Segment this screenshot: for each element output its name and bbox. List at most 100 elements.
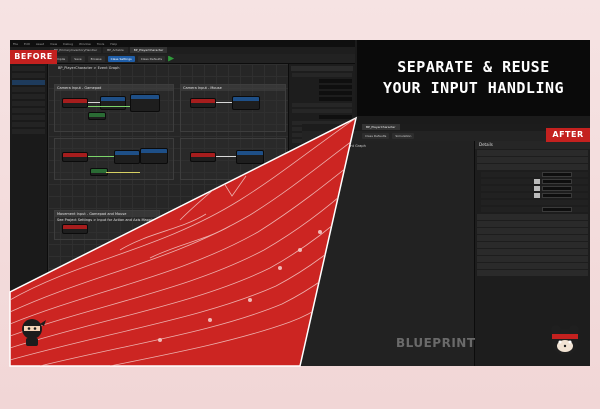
details-row [292,103,352,107]
details-field[interactable] [319,85,352,89]
before-label: BEFORE [10,50,57,64]
red-panda-mascot-icon [551,325,579,355]
input-mapping-row[interactable] [481,179,588,184]
input-mapping-row[interactable] [481,193,588,198]
menu-debug[interactable]: Debug [63,42,73,46]
details-category[interactable] [477,270,588,276]
details-category[interactable] [477,228,588,234]
add-controller-yaw-node[interactable] [100,96,126,110]
after-editor: BP_PlayerCharacter Class Defaults Simula… [302,124,590,366]
comment-title: Camera Input - Mouse [181,85,285,91]
swatch-icon [534,193,540,198]
menu-help[interactable]: Help [110,42,117,46]
panel-row[interactable] [12,73,45,78]
add-controller-node-3[interactable] [236,150,264,164]
input-axis-mouse-node-2[interactable] [190,152,216,162]
graph-breadcrumb: Event Graph [344,144,366,148]
details-category[interactable] [477,221,588,227]
comment-title: Camera Input - Gamepad [55,85,173,91]
tab-primary-inventory[interactable]: BP_PrimaryInventoryHandler [50,47,102,53]
breadcrumb: BP_PlayerCharacter > Event Graph [58,66,120,70]
class-defaults-button[interactable]: Class Defaults [137,55,166,62]
menu-bar: File Edit Asset View Debug Window Tools … [10,40,355,47]
float-wire [88,106,130,107]
add-controller-node-2[interactable] [114,150,140,164]
details-field[interactable] [319,91,352,95]
input-axis-mouse-node[interactable] [190,98,216,108]
swatch-icon [534,179,540,184]
class-settings-button[interactable]: Class Settings [107,55,135,62]
mapping-field[interactable] [542,172,572,177]
menu-window[interactable]: Window [79,42,91,46]
panel-row-selected[interactable] [12,80,45,85]
details-category[interactable] [477,235,588,241]
panel-row[interactable] [12,129,45,134]
mapping-field[interactable] [542,207,572,212]
mapping-field[interactable] [542,179,572,184]
tab-actable[interactable]: BP_Actable [103,47,128,53]
menu-tools[interactable]: Tools [97,42,104,46]
details-category[interactable] [477,263,588,269]
class-defaults-button-after[interactable]: Class Defaults [362,133,390,139]
panel-row[interactable] [12,108,45,113]
menu-edit[interactable]: Edit [24,42,30,46]
details-category[interactable] [477,157,588,163]
input-mapping-row[interactable] [481,207,588,212]
exec-wire [216,102,232,103]
panel-row[interactable] [12,87,45,92]
after-label: AFTER [546,128,590,142]
details-category[interactable] [477,256,588,262]
details-category[interactable] [477,249,588,255]
tab-player-character[interactable]: BP_PlayerCharacter [129,47,168,53]
comment-subtitle: See Project Settings > Input for Action … [57,218,159,222]
exec-wire [88,102,100,103]
input-mapping-row[interactable] [481,200,588,205]
input-axis-node-2[interactable] [62,152,88,162]
input-mapping-row[interactable] [481,186,588,191]
panel-row[interactable] [12,101,45,106]
headline-line-2: YOUR INPUT HANDLING [382,79,565,97]
headline-line-1: SEPARATE & REUSE [397,58,550,76]
details-category[interactable] [477,150,588,156]
input-mapping-row[interactable] [481,172,588,177]
details-row [292,109,352,113]
details-category[interactable] [477,214,588,220]
panel-row[interactable] [12,122,45,127]
details-category[interactable] [477,164,588,170]
menu-asset[interactable]: Asset [36,42,44,46]
simulation-button-after[interactable]: Simulation [392,133,415,139]
movement-input-node[interactable] [62,224,88,234]
event-graph-after[interactable]: Event Graph [302,141,474,366]
math-node[interactable] [88,112,106,120]
blueprint-toolbar: Compile Save Browse Class Settings Class… [10,54,355,64]
menu-file[interactable]: File [13,42,18,46]
mapping-field[interactable] [542,193,572,198]
multiply-node-2[interactable] [140,148,168,164]
browse-button[interactable]: Browse [87,55,105,62]
add-controller-pitch-node[interactable] [232,96,260,110]
vector-wire [106,172,140,173]
exec-wire [216,156,236,157]
float-wire [88,156,114,157]
panel-row[interactable] [12,115,45,120]
details-field[interactable] [319,79,352,83]
details-header [291,66,353,71]
details-category[interactable] [477,242,588,248]
details-title: Details [475,141,590,149]
tab-player-character-after[interactable]: BP_PlayerCharacter [362,124,400,130]
input-axis-node[interactable] [62,98,88,108]
multiply-node[interactable] [130,94,160,112]
panel-row[interactable] [12,66,45,71]
blueprint-watermark: BLUEPRINT [396,336,476,350]
mapping-field[interactable] [542,186,572,191]
details-field[interactable] [319,115,352,119]
play-icon[interactable] [168,55,175,62]
menu-view[interactable]: View [50,42,57,46]
panel-row[interactable] [12,94,45,99]
editor-tabs: BP_PrimaryInventoryHandler BP_Actable BP… [10,47,355,54]
save-button[interactable]: Save [71,55,85,62]
ninja-mascot-icon [22,319,46,346]
details-field[interactable] [319,97,352,101]
details-row [292,73,352,77]
headline-banner: SEPARATE & REUSE YOUR INPUT HANDLING [357,40,590,116]
